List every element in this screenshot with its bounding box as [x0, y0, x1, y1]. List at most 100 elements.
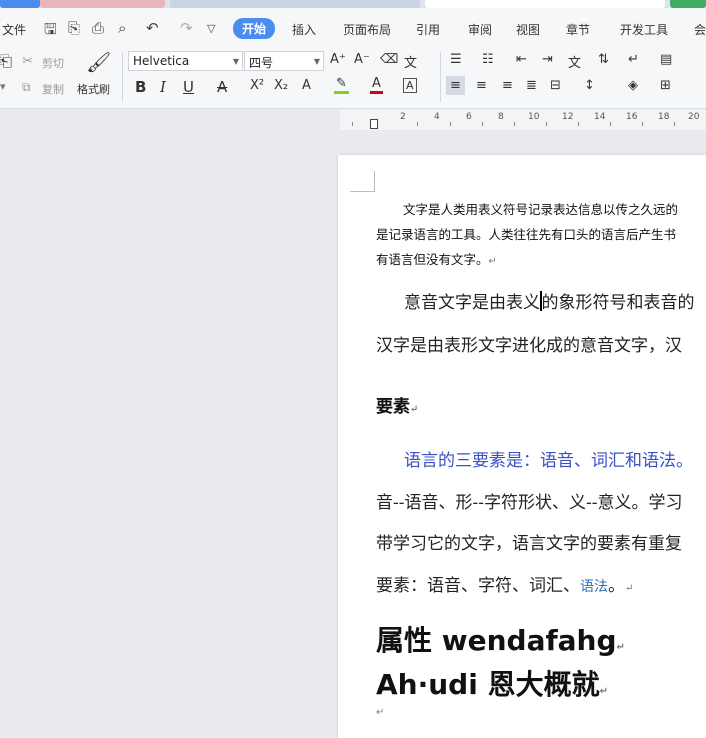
italic-icon[interactable]: I: [160, 78, 166, 96]
file-menu[interactable]: 文件: [2, 21, 26, 38]
tab-page-layout[interactable]: 页面布局: [343, 21, 391, 38]
divider: [122, 52, 123, 102]
ruler-number: 4: [434, 112, 440, 122]
home-toolbar: ⎗ ▾ ✂ 剪切 ⧉ 复制 🖌 格式刷 Helvetica ▼ 四号 ▼ A⁺ …: [0, 46, 706, 109]
tab-review[interactable]: 审阅: [468, 21, 492, 38]
align-left-icon[interactable]: ≡: [446, 76, 465, 95]
paragraph-line: 文字是人类用表义符号记录表达信息以传之久远的: [403, 202, 679, 217]
sort-icon[interactable]: ⇅: [598, 52, 609, 67]
paragraph-mark-icon: ↵: [599, 686, 608, 697]
font-size-value: 四号: [249, 56, 274, 70]
chinese-layout-icon[interactable]: 文: [568, 52, 581, 71]
divider: [440, 52, 441, 102]
ruler-tick: [674, 122, 675, 126]
increase-indent-icon[interactable]: ⇥: [542, 52, 553, 67]
line-spacing-icon[interactable]: ↕: [584, 78, 595, 93]
document-page[interactable]: 文字是人类用表义符号记录表达信息以传之久远的 是记录语言的工具。人类往往先有口头…: [338, 155, 706, 738]
borders-icon[interactable]: ⊞: [660, 78, 671, 93]
phonetic-guide-icon[interactable]: 文: [404, 52, 417, 71]
heading-text: 要素: [376, 397, 410, 417]
bold-icon[interactable]: B: [135, 78, 146, 96]
scissors-icon[interactable]: ✂: [22, 54, 33, 69]
copy-icon[interactable]: ⧉: [22, 80, 31, 95]
font-color-icon[interactable]: A: [370, 76, 383, 94]
underline-icon[interactable]: U: [183, 78, 194, 96]
tab-insert[interactable]: 插入: [292, 21, 316, 38]
chevron-down-icon: ▼: [232, 57, 239, 66]
paragraph-line: 音--语音、形--字符形状、义--意义。学习: [376, 493, 683, 513]
ruler-number: 16: [626, 112, 638, 122]
font-family-select[interactable]: Helvetica ▼: [128, 51, 243, 71]
ruler-tick: [514, 122, 515, 126]
strikethrough-icon[interactable]: A: [217, 78, 227, 96]
save-icon[interactable]: 🖫: [44, 19, 57, 44]
large-text: Ah·udi 恩大概就: [376, 668, 600, 701]
align-right-icon[interactable]: ≡: [502, 78, 513, 93]
subscript-icon[interactable]: X₂: [274, 78, 288, 93]
export-pdf-icon[interactable]: ⎘: [68, 19, 80, 37]
tab-chapter[interactable]: 章节: [566, 21, 590, 38]
numbered-list-icon[interactable]: ☷: [482, 52, 494, 67]
paste-icon[interactable]: ⎗: [0, 52, 12, 70]
paragraph-line: 是记录语言的工具。人类往往先有口头的语言后产生书: [376, 227, 677, 242]
font-size-select[interactable]: 四号 ▼: [244, 51, 324, 71]
table-settings-icon[interactable]: ▤: [660, 52, 672, 67]
ruler-number: 10: [528, 112, 540, 122]
grow-font-icon[interactable]: A⁺: [330, 52, 346, 67]
distribute-icon[interactable]: ⊟: [550, 78, 561, 93]
undo-icon[interactable]: ↶: [146, 19, 159, 37]
paragraph-mark-icon: ↵: [376, 707, 385, 718]
copy-button[interactable]: 复制: [42, 81, 64, 97]
redo-icon[interactable]: ↷: [180, 19, 193, 37]
shrink-font-icon[interactable]: A⁻: [354, 52, 370, 67]
bullet-list-icon[interactable]: ☰: [450, 52, 462, 67]
paragraph-line: 意音文字是由表义的象形符号和表音的: [404, 288, 695, 313]
format-painter-button[interactable]: 格式刷: [77, 81, 110, 97]
ruler-number: 12: [562, 112, 574, 122]
horizontal-ruler[interactable]: 2 4 6 8 10 12 14 16 18 20: [340, 110, 706, 130]
large-text-line: 属性 wendafahg↵: [376, 619, 625, 659]
chevron-down-icon: ▼: [313, 57, 320, 66]
print-preview-icon[interactable]: ⌕: [118, 19, 126, 37]
ruler-tick: [546, 122, 547, 126]
highlight-icon[interactable]: ✎: [334, 76, 349, 94]
large-text: 属性 wendafahg: [376, 624, 617, 657]
grammar-link[interactable]: 语法: [580, 579, 608, 595]
paragraph-text: 的象形符号和表音的: [541, 293, 695, 313]
ruler-tick: [352, 122, 353, 126]
margin-corner-marker: [350, 171, 375, 192]
paragraph-line: 语言的三要素是：语音、词汇和语法。: [404, 451, 693, 471]
window-tab[interactable]: [425, 0, 665, 8]
window-tab[interactable]: [670, 0, 706, 8]
indent-marker[interactable]: [370, 119, 378, 129]
shading-icon[interactable]: ◈: [628, 78, 638, 93]
tab-references[interactable]: 引用: [416, 21, 440, 38]
window-tab[interactable]: [0, 0, 40, 8]
ruler-tick: [482, 122, 483, 126]
char-border-icon[interactable]: A: [403, 78, 417, 93]
customize-toolbar-icon[interactable]: ▽: [207, 22, 215, 35]
format-painter-icon[interactable]: 🖌: [86, 50, 111, 74]
superscript-icon[interactable]: X²: [250, 78, 264, 93]
tab-member[interactable]: 会: [694, 21, 706, 38]
eraser-icon[interactable]: ⌫: [380, 52, 398, 67]
cut-button[interactable]: 剪切: [42, 55, 64, 71]
paragraph-mark-icon: ↵: [625, 583, 634, 594]
paste-dropdown-icon[interactable]: ▾: [0, 80, 6, 93]
decrease-indent-icon[interactable]: ⇤: [516, 52, 527, 67]
tab-home[interactable]: 开始: [233, 18, 276, 39]
align-center-icon[interactable]: ≡: [476, 78, 487, 93]
print-icon[interactable]: ⎙: [92, 19, 104, 37]
window-tab[interactable]: [40, 0, 165, 8]
ruler-number: 20: [688, 112, 700, 122]
paragraph-text: 有语言但没有文字。: [376, 252, 489, 267]
show-marks-icon[interactable]: ↵: [628, 52, 639, 67]
ruler-tick: [642, 122, 643, 126]
paragraph-line: 有语言但没有文字。↵: [376, 249, 497, 268]
text-effect-icon[interactable]: A: [302, 78, 311, 93]
window-tab[interactable]: [170, 0, 420, 8]
tab-developer[interactable]: 开发工具: [620, 21, 668, 38]
ruler-number: 6: [466, 112, 472, 122]
tab-view[interactable]: 视图: [516, 21, 540, 38]
justify-icon[interactable]: ≣: [526, 78, 537, 93]
